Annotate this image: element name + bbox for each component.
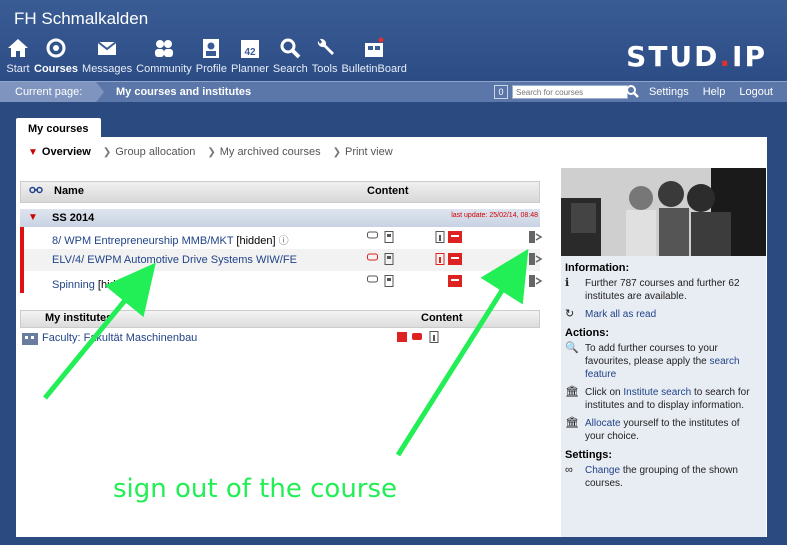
annotation-arrow-right (395, 248, 529, 457)
annotation-arrow-left (43, 262, 156, 400)
annotation-arrows (43, 248, 529, 457)
annotation-text: sign out of the course (113, 474, 398, 504)
